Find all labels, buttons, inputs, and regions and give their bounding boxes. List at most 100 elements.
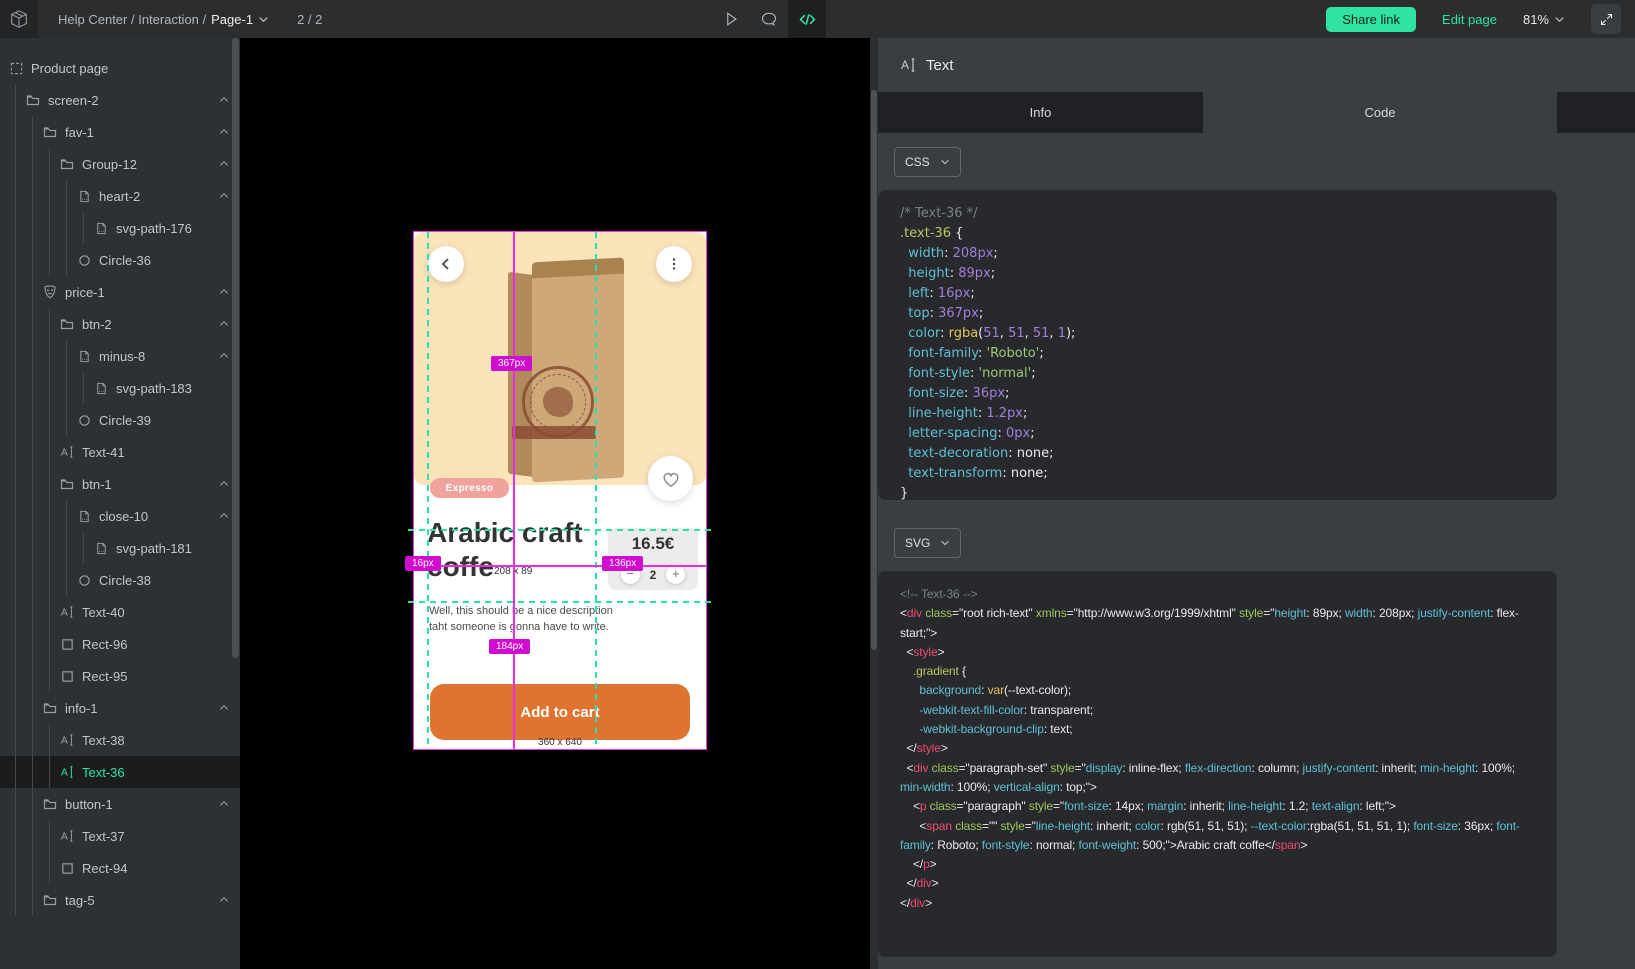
- breadcrumb[interactable]: Help Center / Interaction / Page-1: [58, 12, 269, 27]
- collapse-chevron-icon[interactable]: [219, 128, 229, 135]
- svg-code-block[interactable]: <!-- Text-36 --><div class="root rich-te…: [878, 571, 1557, 957]
- layer-row-info-1[interactable]: info-1: [0, 692, 240, 724]
- layer-row-heart-2[interactable]: heart-2: [0, 180, 240, 212]
- layer-row-svg-path-183[interactable]: svg-path-183: [0, 372, 240, 404]
- css-code-block[interactable]: /* Text-36 */.text-36 { width: 208px; he…: [878, 190, 1557, 500]
- indent-guide: [49, 244, 50, 276]
- layer-row-text-40[interactable]: AText-40: [0, 596, 240, 628]
- layer-row-text-37[interactable]: AText-37: [0, 820, 240, 852]
- layer-row-btn-1[interactable]: btn-1: [0, 468, 240, 500]
- indent-guide: [32, 180, 33, 212]
- layer-row-svg-path-181[interactable]: svg-path-181: [0, 532, 240, 564]
- indent-guide: [66, 532, 67, 564]
- more-menu-button[interactable]: [656, 246, 692, 282]
- indent-guide: [49, 756, 50, 788]
- layer-row-rect-94[interactable]: Rect-94: [0, 852, 240, 884]
- indent-guide: [49, 724, 50, 756]
- layer-label: Text-37: [82, 829, 125, 844]
- collapse-chevron-icon[interactable]: [219, 352, 229, 359]
- code-line: <div class="paragraph-set" style="displa…: [900, 759, 1535, 798]
- collapse-chevron-icon[interactable]: [219, 480, 229, 487]
- category-tag[interactable]: Expresso: [430, 478, 509, 498]
- layer-row-text-38[interactable]: AText-38: [0, 724, 240, 756]
- layer-label: Rect-95: [82, 669, 128, 684]
- layer-row-product page[interactable]: Product page: [0, 52, 240, 84]
- collapse-chevron-icon[interactable]: [219, 320, 229, 327]
- back-button[interactable]: [428, 246, 464, 282]
- layer-row-minus-8[interactable]: minus-8: [0, 340, 240, 372]
- layer-label: svg-path-183: [116, 381, 192, 396]
- indent-guide: [32, 596, 33, 628]
- layer-row-button-1[interactable]: button-1: [0, 788, 240, 820]
- css-format-dropdown[interactable]: CSS: [894, 147, 961, 177]
- plus-button[interactable]: +: [666, 565, 685, 584]
- sidebar-scrollbar[interactable]: [232, 38, 239, 658]
- collapse-chevron-icon[interactable]: [219, 800, 229, 807]
- indent-guide: [15, 692, 16, 724]
- layer-row-fav-1[interactable]: fav-1: [0, 116, 240, 148]
- tab-code[interactable]: Code: [1203, 92, 1557, 133]
- edit-page-link[interactable]: Edit page: [1442, 12, 1497, 27]
- collapse-chevron-icon[interactable]: [219, 896, 229, 903]
- product-page-mockup[interactable]: Expresso Arabic craft coffe 208 x 89 16.…: [414, 232, 706, 749]
- collapse-chevron-icon[interactable]: [219, 288, 229, 295]
- play-button[interactable]: [712, 0, 750, 38]
- collapse-chevron-icon[interactable]: [219, 512, 229, 519]
- page-counter: 2 / 2: [297, 12, 322, 27]
- breadcrumb-page[interactable]: Page-1: [211, 12, 253, 27]
- chevron-down-icon: [940, 538, 950, 548]
- svg-format-dropdown[interactable]: SVG: [894, 528, 961, 558]
- comment-button[interactable]: [750, 0, 788, 38]
- tab-info[interactable]: Info: [878, 92, 1203, 133]
- layer-label: Text-41: [82, 445, 125, 460]
- indent-guide: [15, 212, 16, 244]
- indent-guide: [66, 500, 67, 532]
- svg-text:A: A: [61, 607, 68, 619]
- add-to-cart-button[interactable]: Add to cart: [430, 684, 690, 740]
- indent-guide: [32, 372, 33, 404]
- fullscreen-button[interactable]: [1591, 4, 1621, 34]
- indent-guide: [15, 84, 16, 116]
- layer-row-text-36[interactable]: AText-36: [0, 756, 240, 788]
- app-logo-icon[interactable]: [0, 0, 38, 38]
- selected-element-title: Text: [926, 57, 954, 74]
- layer-row-screen-2[interactable]: screen-2: [0, 84, 240, 116]
- indent-guide: [15, 596, 16, 628]
- folder-layer-icon: [43, 701, 57, 715]
- layer-row-text-41[interactable]: A Text-41: [0, 436, 240, 468]
- chevron-down-icon[interactable]: [258, 14, 269, 25]
- indent-guide: [49, 404, 50, 436]
- svg-text:A: A: [61, 447, 68, 459]
- collapse-chevron-icon[interactable]: [219, 704, 229, 711]
- indent-guide: [15, 180, 16, 212]
- layer-row-close-10[interactable]: close-10: [0, 500, 240, 532]
- preview-canvas[interactable]: Expresso Arabic craft coffe 208 x 89 16.…: [240, 38, 870, 969]
- indent-guide: [49, 628, 50, 660]
- panel-scrollbar[interactable]: [870, 38, 878, 969]
- collapse-chevron-icon[interactable]: [219, 160, 229, 167]
- zoom-control[interactable]: 81%: [1523, 12, 1565, 27]
- folder-layer-icon: [26, 93, 40, 107]
- layer-row-circle-39[interactable]: Circle-39: [0, 404, 240, 436]
- layer-row-group-12[interactable]: Group-12: [0, 148, 240, 180]
- code-button[interactable]: [788, 0, 826, 38]
- layer-row-rect-95[interactable]: Rect-95: [0, 660, 240, 692]
- layer-row-circle-38[interactable]: Circle-38: [0, 564, 240, 596]
- layer-row-svg-path-176[interactable]: svg-path-176: [0, 212, 240, 244]
- layer-label: Circle-38: [99, 573, 151, 588]
- indent-guide: [83, 212, 84, 244]
- layer-row-btn-2[interactable]: btn-2: [0, 308, 240, 340]
- code-line: text-decoration: none;: [900, 444, 1535, 464]
- indent-guide: [49, 596, 50, 628]
- collapse-chevron-icon[interactable]: [219, 192, 229, 199]
- share-link-button[interactable]: Share link: [1326, 7, 1416, 32]
- layer-row-circle-36[interactable]: Circle-36: [0, 244, 240, 276]
- layer-row-rect-96[interactable]: Rect-96: [0, 628, 240, 660]
- collapse-chevron-icon[interactable]: [219, 96, 229, 103]
- layer-row-price-1[interactable]: price-1: [0, 276, 240, 308]
- text-layer-icon: A: [60, 765, 74, 779]
- layer-row-tag-5[interactable]: tag-5: [0, 884, 240, 916]
- zoom-level: 81%: [1523, 12, 1549, 27]
- coffee-bag-image: [506, 258, 626, 488]
- favorite-button[interactable]: [648, 456, 693, 501]
